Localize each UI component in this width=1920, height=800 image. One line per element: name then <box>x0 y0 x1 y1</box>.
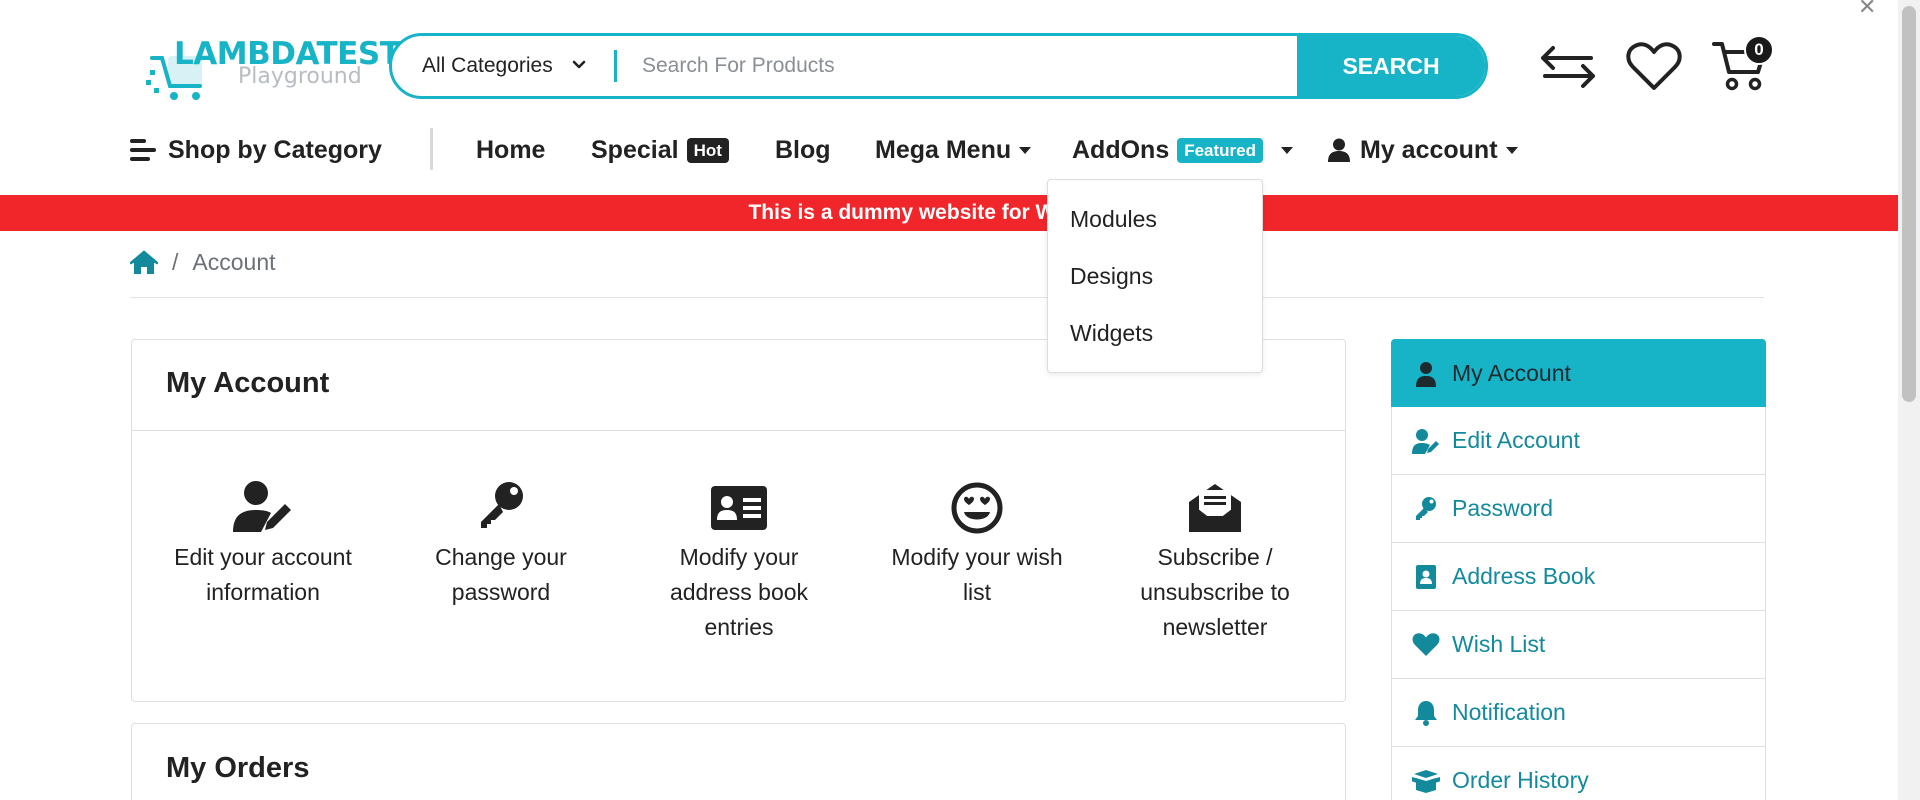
box-open-icon <box>1412 770 1440 793</box>
key-icon <box>1416 497 1436 520</box>
bell-icon <box>1415 701 1437 726</box>
cart-count-badge: 0 <box>1744 35 1774 65</box>
logo-subtitle: Playground <box>238 64 362 89</box>
sidebar-item-label: Order History <box>1452 767 1589 793</box>
sidebar-item-label: Notification <box>1452 699 1566 725</box>
change-password-tile[interactable]: Change your password <box>401 480 601 610</box>
category-select-value: All Categories <box>422 54 553 77</box>
scrollbar-thumb[interactable] <box>1902 6 1916 402</box>
sidebar-item-label: Wish List <box>1452 631 1546 657</box>
sidebar-item-label: Edit Account <box>1452 427 1580 453</box>
caret-down-icon <box>1505 146 1518 154</box>
address-card-icon <box>711 486 767 530</box>
dropdown-item-designs[interactable]: Designs <box>1070 263 1153 290</box>
page-scrollbar[interactable] <box>1898 0 1920 800</box>
category-select[interactable]: All Categories <box>392 36 614 96</box>
key-icon <box>481 482 523 528</box>
featured-badge: Featured <box>1177 137 1264 163</box>
my-orders-card: My Orders <box>131 723 1346 800</box>
tile-text-line: password <box>451 579 551 605</box>
envelope-open-icon <box>1189 484 1241 532</box>
close-icon[interactable]: ✕ <box>1858 0 1876 20</box>
sidebar-item-label: My Account <box>1452 359 1571 386</box>
nav-addons[interactable]: AddOns Featured <box>1072 128 1294 172</box>
notice-banner: This is a dummy website for Web Aut <box>0 195 1898 231</box>
nav-blog[interactable]: Blog <box>775 128 831 172</box>
dropdown-item-widgets[interactable]: Widgets <box>1070 320 1153 347</box>
sidebar-item-password[interactable]: Password <box>1391 475 1766 543</box>
tile-text-line: Modify your wish <box>891 544 1063 570</box>
caret-down-icon <box>1019 146 1032 154</box>
card-divider <box>132 430 1345 431</box>
nav-blog-label: Blog <box>775 135 831 164</box>
user-edit-icon <box>1412 429 1439 454</box>
hot-badge: Hot <box>686 137 729 163</box>
logo[interactable]: LAMBDATEST Playground <box>146 36 401 102</box>
nav-home[interactable]: Home <box>476 128 545 172</box>
sidebar-item-label: Password <box>1452 495 1553 521</box>
my-account-title: My Account <box>166 367 330 399</box>
compare-icon[interactable] <box>1539 44 1597 90</box>
search-divider <box>614 50 617 82</box>
tile-text-line: Change your <box>435 544 567 570</box>
sidebar-item-my-account[interactable]: My Account <box>1391 339 1766 407</box>
addons-dropdown: Modules Designs Widgets <box>1047 179 1263 373</box>
chevron-down-icon <box>572 60 586 69</box>
nav-special-label: Special <box>591 135 679 164</box>
tile-text-line: unsubscribe to <box>1140 579 1290 605</box>
nav-my-account-label: My account <box>1360 135 1498 164</box>
sidebar-item-order-history[interactable]: Order History <box>1391 747 1766 800</box>
search-bar: All Categories SEARCH <box>389 33 1488 99</box>
nav-mega-menu[interactable]: Mega Menu <box>875 128 1032 172</box>
my-orders-title: My Orders <box>166 752 310 784</box>
address-book-tile[interactable]: Modify your address book entries <box>639 480 839 645</box>
wishlist-heart-icon[interactable] <box>1626 42 1682 92</box>
sidebar-item-notification[interactable]: Notification <box>1391 679 1766 747</box>
account-sidebar: My Account Edit Account Password Address… <box>1391 339 1766 800</box>
tile-text-line: address book <box>669 579 809 605</box>
breadcrumb-separator: / <box>172 249 179 275</box>
nav-addons-label: AddOns <box>1072 135 1170 164</box>
breadcrumb-current: Account <box>192 249 276 275</box>
sidebar-item-wish-list[interactable]: Wish List <box>1391 611 1766 679</box>
sidebar-item-edit-account[interactable]: Edit Account <box>1391 407 1766 475</box>
nav-special[interactable]: Special Hot <box>591 128 729 172</box>
smile-heart-eyes-icon <box>951 482 1003 534</box>
search-input[interactable] <box>642 36 1142 96</box>
divider <box>130 297 1764 298</box>
nav-divider <box>430 128 433 170</box>
heart-icon <box>1412 633 1440 656</box>
dropdown-item-modules[interactable]: Modules <box>1070 206 1157 233</box>
wish-list-tile[interactable]: Modify your wish list <box>877 480 1077 610</box>
shop-by-category-button[interactable]: Shop by Category <box>130 128 382 172</box>
user-edit-icon <box>233 481 291 532</box>
tile-text-line: newsletter <box>1162 614 1268 640</box>
tile-text-line: information <box>206 579 320 605</box>
breadcrumb: / Account <box>130 249 276 276</box>
newsletter-tile[interactable]: Subscribe / unsubscribe to newsletter <box>1115 480 1315 645</box>
tile-text-line: list <box>962 579 992 605</box>
tile-text-line: entries <box>704 614 774 640</box>
home-icon[interactable] <box>130 250 158 276</box>
tile-text-line: Edit your account <box>174 544 352 570</box>
nav-mega-menu-label: Mega Menu <box>875 135 1012 164</box>
menu-bars-icon <box>130 139 156 161</box>
address-book-icon <box>1416 565 1436 589</box>
tile-text-line: Subscribe / <box>1157 544 1273 570</box>
my-account-card: My Account Edit your account information… <box>131 339 1346 702</box>
sidebar-item-label: Address Book <box>1452 563 1596 589</box>
nav-my-account[interactable]: My account <box>1328 128 1518 172</box>
sidebar-item-address-book[interactable]: Address Book <box>1391 543 1766 611</box>
search-button[interactable]: SEARCH <box>1297 36 1485 96</box>
user-icon <box>1328 138 1350 162</box>
shop-by-category-label: Shop by Category <box>168 135 382 164</box>
user-icon <box>1416 362 1436 387</box>
edit-account-tile[interactable]: Edit your account information <box>163 480 363 610</box>
main-nav: Shop by Category Home Special Hot Blog M… <box>130 128 1530 172</box>
nav-home-label: Home <box>476 135 546 164</box>
tile-text-line: Modify your <box>679 544 799 570</box>
caret-down-icon <box>1281 146 1294 154</box>
